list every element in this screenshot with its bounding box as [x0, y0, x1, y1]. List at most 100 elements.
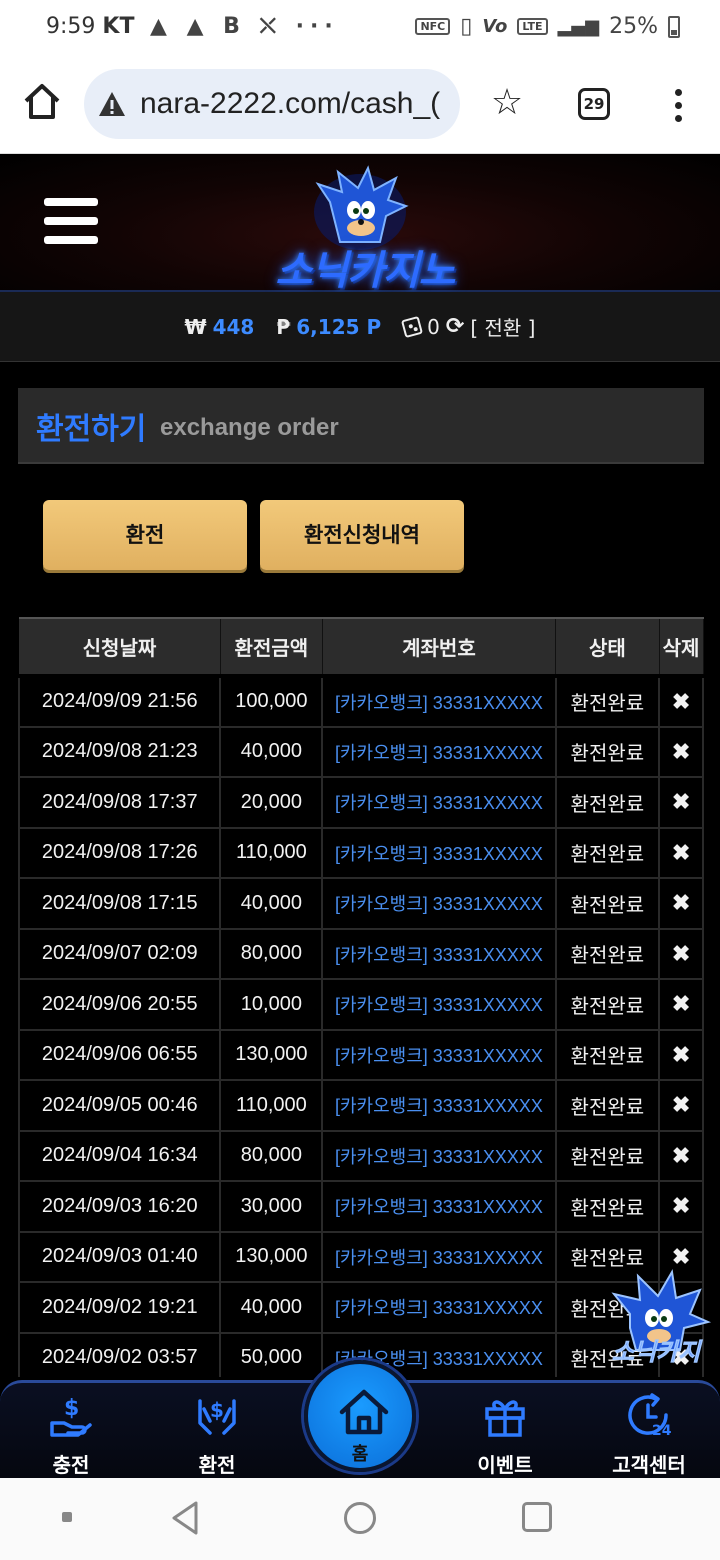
row-account: [카카오뱅크] 33331XXXXX	[321, 877, 557, 930]
nfc-icon: NFC	[415, 18, 451, 35]
address-bar[interactable]: nara-2222.com/cash_(	[84, 69, 460, 139]
status-time: 9:59 KT	[46, 14, 135, 39]
table-row: 2024/09/08 17:15 40,000 [카카오뱅크] 33331XXXXX…	[18, 877, 704, 930]
header-delete: 삭제	[659, 617, 704, 676]
bookmark-star-icon[interactable]: ☆	[488, 84, 526, 122]
nav-exchange[interactable]: $ 환전	[162, 1393, 272, 1478]
support-24-icon: 24	[628, 1393, 672, 1439]
volte-icon: Vo	[482, 16, 508, 37]
row-amount: 30,000	[219, 1180, 324, 1233]
won-icon: ₩	[184, 314, 207, 339]
battery-percent: 25%	[609, 14, 658, 39]
exchange-history-table: 신청날짜 환전금액 계좌번호 상태 삭제 2024/09/09 21:56 100…	[18, 617, 704, 1377]
row-status: 환전완료	[554, 725, 661, 778]
browser-home-icon[interactable]	[22, 82, 62, 122]
row-date: 2024/09/08 17:26	[18, 826, 222, 879]
nav-home-label: 홈	[351, 1444, 369, 1465]
delete-icon[interactable]: ✖	[658, 1079, 704, 1132]
delete-icon[interactable]: ✖	[658, 1129, 704, 1182]
header-account: 계좌번호	[322, 617, 557, 676]
row-date: 2024/09/04 16:34	[18, 1129, 222, 1182]
delete-icon[interactable]: ✖	[658, 826, 704, 879]
row-amount: 40,000	[219, 877, 324, 930]
section-title: 환전하기	[36, 412, 147, 447]
vibrate-icon: ▯	[460, 14, 473, 39]
row-amount: 110,000	[219, 826, 324, 879]
delete-icon[interactable]: ✖	[658, 877, 704, 930]
svg-text:소닉카지: 소닉카지	[612, 1338, 703, 1366]
row-date: 2024/09/06 06:55	[18, 1028, 222, 1081]
row-amount: 80,000	[219, 1129, 324, 1182]
site-header: 소닉카지노	[0, 154, 720, 294]
row-amount: 130,000	[219, 1230, 324, 1283]
row-amount: 110,000	[219, 1079, 324, 1132]
gift-icon	[485, 1400, 525, 1437]
row-status: 환전완료	[554, 978, 661, 1031]
row-date: 2024/09/02 19:21	[18, 1281, 222, 1334]
row-status: 환전완료	[554, 776, 661, 829]
nav-charge-label: 충전	[52, 1453, 90, 1477]
exchange-icon: $	[198, 1398, 236, 1435]
row-status: 환전완료	[554, 1079, 661, 1132]
back-icon[interactable]	[170, 1500, 200, 1536]
row-amount: 40,000	[219, 725, 324, 778]
delete-icon[interactable]: ✖	[658, 978, 704, 1031]
row-account: [카카오뱅크] 33331XXXXX	[321, 1028, 557, 1081]
row-account: [카카오뱅크] 33331XXXXX	[321, 978, 557, 1031]
row-date: 2024/09/09 21:56	[18, 674, 222, 728]
nav-event[interactable]: 이벤트	[450, 1393, 560, 1478]
delete-icon[interactable]: ✖	[658, 725, 704, 778]
row-amount: 100,000	[219, 674, 324, 728]
row-date: 2024/09/08 17:37	[18, 776, 222, 829]
refresh-icon[interactable]: ⟳	[446, 314, 464, 339]
row-account: [카카오뱅크] 33331XXXXX	[321, 927, 557, 980]
row-account: [카카오뱅크] 33331XXXXX	[321, 1129, 557, 1182]
row-date: 2024/09/08 17:15	[18, 877, 222, 930]
nav-indicator-icon	[62, 1512, 72, 1522]
row-amount: 10,000	[219, 978, 324, 1031]
nav-exchange-label: 환전	[198, 1453, 236, 1477]
row-date: 2024/09/08 21:23	[18, 725, 222, 778]
section-subtitle: exchange order	[160, 414, 339, 441]
status-bar: 9:59 KT ▲ ▲ B ⛌ ··· NFC ▯ Vo LTE ▂▄▆ 25%	[0, 0, 720, 56]
exchange-history-button[interactable]: 환전신청내역	[260, 500, 464, 570]
point-icon: ₱	[276, 314, 291, 339]
recent-apps-icon[interactable]	[522, 1502, 552, 1532]
row-account: [카카오뱅크] 33331XXXXX	[321, 725, 557, 778]
row-status: 환전완료	[554, 1028, 661, 1081]
status-right-icons: NFC ▯ Vo LTE ▂▄▆ 25%	[415, 14, 680, 39]
battery-icon	[668, 15, 680, 38]
nav-charge[interactable]: $ 충전	[16, 1393, 126, 1478]
delete-icon[interactable]: ✖	[658, 1180, 704, 1233]
charge-icon: $	[50, 1396, 92, 1437]
row-account: [카카오뱅크] 33331XXXXX	[321, 1230, 557, 1283]
row-amount: 40,000	[219, 1281, 324, 1334]
delete-icon[interactable]: ✖	[658, 674, 704, 728]
notification-icons: ▲ ▲ B ⛌ ···	[150, 14, 339, 39]
overflow-menu-icon[interactable]	[668, 86, 688, 126]
hamburger-icon[interactable]	[44, 198, 98, 244]
site-logo[interactable]: 소닉카지노	[260, 238, 470, 296]
convert-button[interactable]: [ 전환 ]	[470, 312, 535, 341]
floating-sonic-icon[interactable]: 소닉카지	[600, 1264, 712, 1368]
home-icon	[339, 1389, 389, 1435]
point-balance-value: 6,125 P	[296, 314, 382, 339]
nav-support[interactable]: 24 고객센터	[594, 1393, 704, 1478]
delete-icon[interactable]: ✖	[658, 927, 704, 980]
row-date: 2024/09/03 01:40	[18, 1230, 222, 1283]
delete-icon[interactable]: ✖	[658, 776, 704, 829]
exchange-button[interactable]: 환전	[43, 500, 247, 570]
table-row: 2024/09/08 17:26 110,000 [카카오뱅크] 33331XXXX…	[18, 826, 704, 879]
svg-text:24: 24	[652, 1423, 672, 1439]
android-home-icon[interactable]	[344, 1502, 376, 1534]
delete-icon[interactable]: ✖	[658, 1028, 704, 1081]
point-balance: ₱ 6,125 P	[276, 315, 381, 339]
balance-bar: ₩ 448 ₱ 6,125 P 0 ⟳ [ 전환 ]	[0, 292, 720, 362]
table-row: 2024/09/06 06:55 130,000 [카카오뱅크] 33331XXXX…	[18, 1028, 704, 1081]
header-date: 신청날짜	[19, 617, 221, 676]
dice-icon	[401, 315, 424, 338]
row-account: [카카오뱅크] 33331XXXXX	[321, 1180, 557, 1233]
nav-home-button[interactable]: 홈	[304, 1360, 416, 1472]
tabs-icon[interactable]: 29	[578, 88, 610, 120]
row-account: [카카오뱅크] 33331XXXXX	[321, 1281, 557, 1334]
